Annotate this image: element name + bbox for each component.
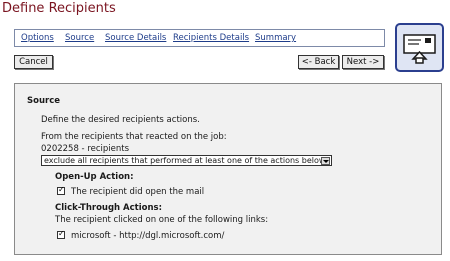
tab-options[interactable]: Options <box>21 33 54 43</box>
next-button[interactable]: Next -> <box>342 55 384 69</box>
wizard-tabs: Options Source Source Details Recipients… <box>14 29 385 47</box>
click-through-desc: The recipient clicked on one of the foll… <box>55 215 269 225</box>
recipients-wizard-icon <box>395 23 444 72</box>
source-panel: Source Define the desired recipients act… <box>14 83 442 255</box>
open-up-heading: Open-Up Action: <box>55 172 134 182</box>
click-through-heading: Click-Through Actions: <box>55 203 163 213</box>
tab-source-details[interactable]: Source Details <box>105 33 166 43</box>
action-filter-select[interactable]: exclude all recipients that performed at… <box>41 155 332 166</box>
open-mail-label: The recipient did open the mail <box>71 187 205 197</box>
back-button[interactable]: <- Back <box>298 55 339 69</box>
tab-recipients-details[interactable]: Recipients Details <box>173 33 249 43</box>
open-mail-checkbox[interactable] <box>57 185 65 195</box>
tab-summary[interactable]: Summary <box>255 33 296 43</box>
link-label: microsoft - http://dgl.microsoft.com/ <box>71 231 225 241</box>
section-title: Source <box>27 96 61 106</box>
cancel-button[interactable]: Cancel <box>14 55 53 69</box>
intro-text: Define the desired recipients actions. <box>41 115 200 125</box>
tab-source[interactable]: Source <box>65 33 94 43</box>
from-label: From the recipients that reacted on the … <box>41 132 227 142</box>
chevron-down-icon[interactable] <box>321 157 330 165</box>
job-info: 0202258 - recipients <box>41 144 130 154</box>
action-filter-value: exclude all recipients that performed at… <box>44 156 326 165</box>
page-title: Define Recipients <box>2 1 116 16</box>
link-checkbox[interactable] <box>57 229 65 239</box>
